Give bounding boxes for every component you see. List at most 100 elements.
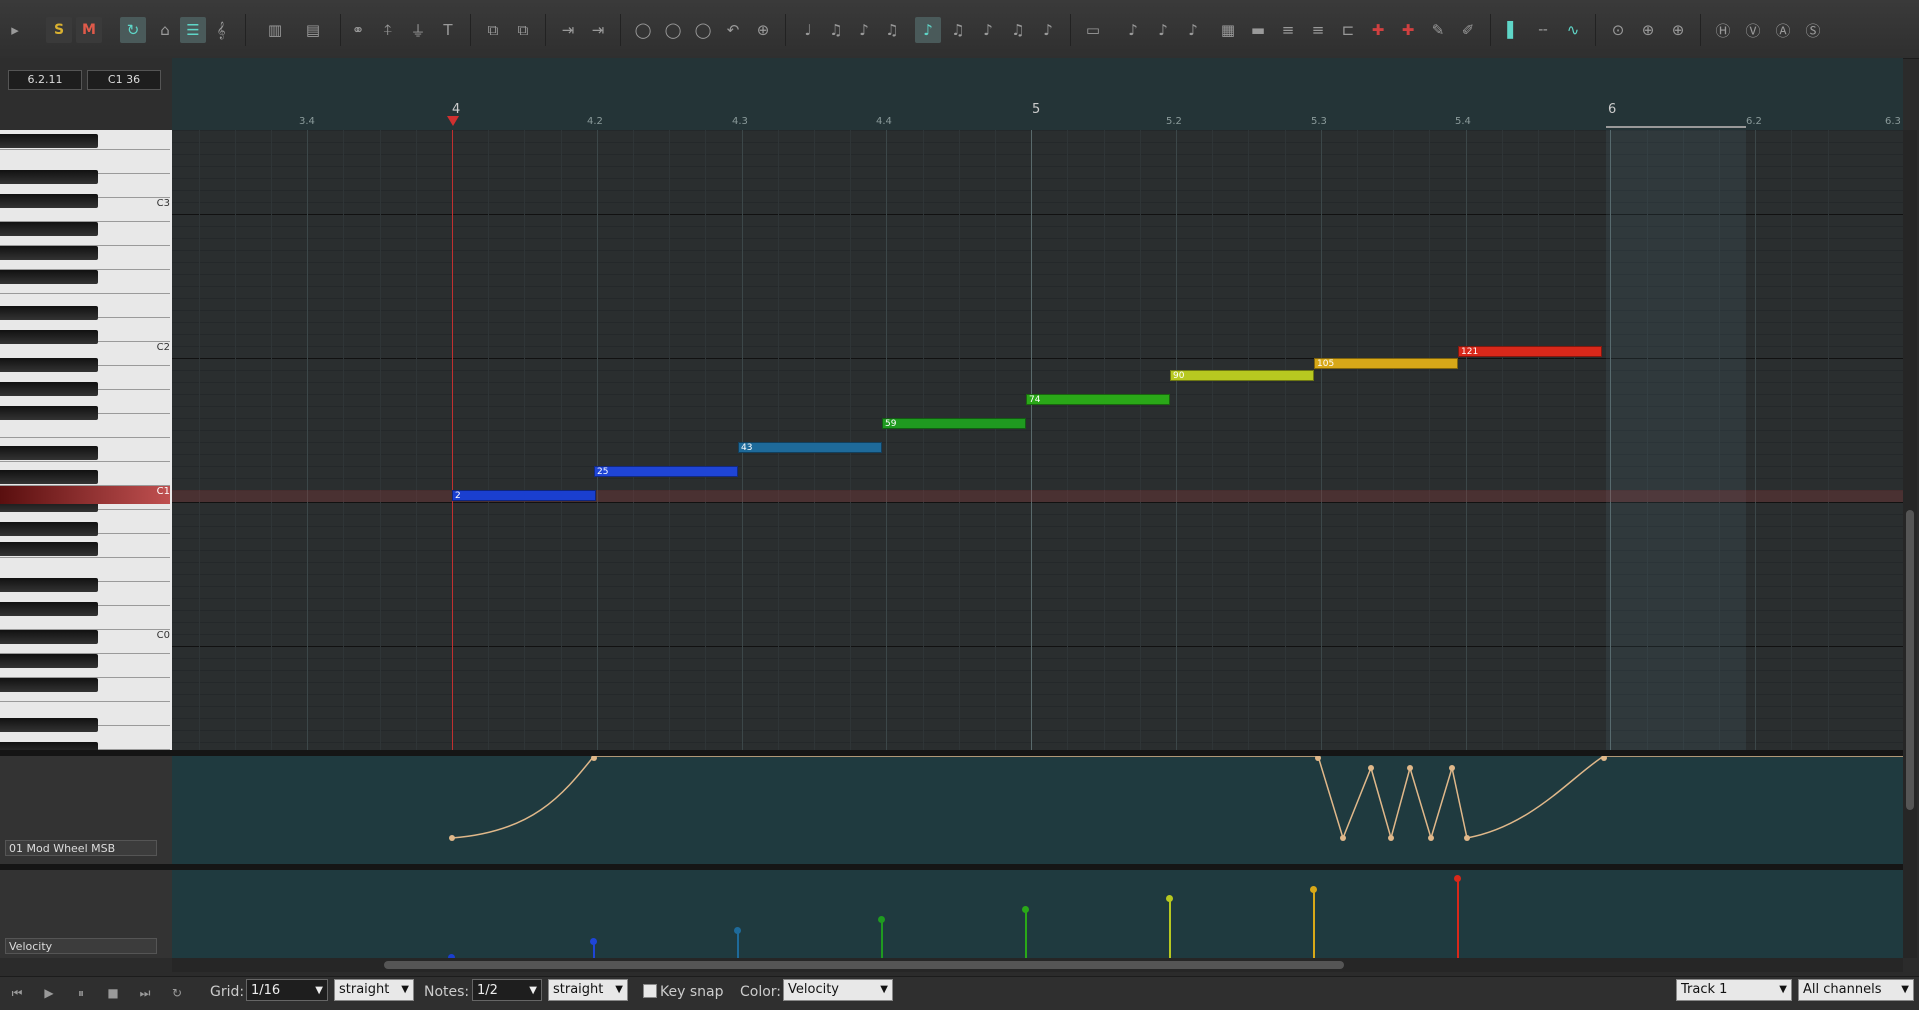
velocity-handle[interactable] (1454, 875, 1461, 882)
velocity-handle[interactable] (1310, 886, 1317, 893)
cc-lane-selector[interactable]: 01 Mod Wheel MSB (5, 840, 157, 856)
velocity-bar[interactable] (734, 927, 741, 958)
legato-icon[interactable]: ≡ (1275, 17, 1301, 43)
velocity-bar[interactable] (1454, 875, 1461, 958)
cut-notes-icon[interactable]: ▬ (1245, 17, 1271, 43)
menu-arrow-icon[interactable]: ▸ (2, 17, 28, 43)
loop-icon[interactable]: ↻ (120, 17, 146, 43)
zoom-out-icon[interactable]: ⊕ (1665, 17, 1691, 43)
black-key[interactable] (0, 578, 98, 592)
select-lasso-icon[interactable]: ◯ (660, 17, 686, 43)
track-select[interactable]: Track 1 ▼ (1676, 979, 1792, 1001)
velocity-bar[interactable] (1166, 895, 1173, 958)
solo-button[interactable]: S (46, 17, 72, 43)
midi-note[interactable]: 59 (882, 418, 1026, 429)
velocity-bars-icon[interactable]: ▌ (1500, 17, 1526, 43)
triplet-note-icon[interactable]: ♪ (975, 17, 1001, 43)
sixteenth-note-icon[interactable]: ♪ (915, 17, 941, 43)
black-key[interactable] (0, 222, 98, 236)
velocity-bar[interactable] (878, 916, 885, 958)
black-key[interactable] (0, 742, 98, 750)
select-circle-icon[interactable]: ◯ (630, 17, 656, 43)
pencil-icon[interactable]: ✎ (1425, 17, 1451, 43)
velocity-bar[interactable] (1310, 886, 1317, 958)
midi-note[interactable]: 74 (1026, 394, 1170, 405)
undo-icon[interactable]: ↶ (720, 17, 746, 43)
color-mode-select[interactable]: Velocity ▼ (783, 979, 893, 1001)
velocity-handle[interactable] (734, 927, 741, 934)
velocity-handle[interactable] (590, 938, 597, 945)
zoom-in-icon[interactable]: ⊕ (1635, 17, 1661, 43)
note-grid[interactable]: 2 25 43 59 74 90 105 121 (172, 130, 1903, 750)
move-right-icon[interactable]: ⇥ (585, 17, 611, 43)
select-range-icon[interactable]: ◯ (690, 17, 716, 43)
velocity-bar[interactable] (1022, 906, 1029, 958)
velocity-bar[interactable] (590, 938, 597, 958)
split-icon[interactable]: ✚ (1365, 17, 1391, 43)
piano-roll-icon[interactable]: ▥ (262, 17, 288, 43)
tl-icon[interactable]: T (435, 17, 461, 43)
stop-icon[interactable]: ■ (102, 983, 124, 1003)
black-key[interactable] (0, 602, 98, 616)
black-key[interactable] (0, 678, 98, 692)
black-key[interactable] (0, 270, 98, 284)
zoom-h-icon[interactable]: Ⓗ (1710, 17, 1736, 43)
grid-value-field[interactable]: 1/16 ▼ (246, 979, 328, 1001)
eighth-note-icon[interactable]: ♫ (879, 17, 905, 43)
whole-note-icon[interactable]: ♩ (795, 17, 821, 43)
black-key[interactable] (0, 330, 98, 344)
play-icon[interactable]: ▶ (38, 983, 60, 1003)
grid-edit-icon[interactable]: ▦ (1215, 17, 1241, 43)
playhead-marker-icon[interactable] (447, 116, 459, 126)
go-end-icon[interactable]: ⏭ (134, 983, 156, 1003)
repeat-icon[interactable]: ↻ (166, 983, 188, 1003)
key-snap-checkbox[interactable] (643, 984, 657, 998)
midi-note[interactable]: 2 (452, 490, 596, 501)
black-key[interactable] (0, 170, 98, 184)
black-key[interactable] (0, 654, 98, 668)
black-key[interactable] (0, 246, 98, 260)
velocity-handle[interactable] (878, 916, 885, 923)
insert-icon[interactable]: ⍏ (375, 17, 401, 43)
grid-type-select[interactable]: straight ▼ (334, 979, 414, 1001)
black-key[interactable] (0, 306, 98, 320)
notes-value-field[interactable]: 1/2 ▼ (472, 979, 542, 1001)
vertical-scrollbar[interactable] (1903, 130, 1917, 958)
curve-icon[interactable]: ∿ (1560, 17, 1586, 43)
paste-icon[interactable]: ⧉ (510, 17, 536, 43)
selected-key[interactable] (0, 486, 170, 504)
go-start-icon[interactable]: ⏮ (6, 983, 28, 1003)
velocity-handle[interactable] (1166, 895, 1173, 902)
quarter-note-icon[interactable]: ♪ (851, 17, 877, 43)
clef-icon[interactable]: 𝄞 (208, 17, 234, 43)
move-left-icon[interactable]: ⇥ (555, 17, 581, 43)
thirtysecond-note-icon[interactable]: ♫ (945, 17, 971, 43)
list-view-icon[interactable]: ☰ (180, 17, 206, 43)
cc-lane[interactable] (172, 756, 1903, 864)
tuplet-note-icon[interactable]: ♪ (1035, 17, 1061, 43)
black-key[interactable] (0, 382, 98, 396)
midi-note[interactable]: 43 (738, 442, 882, 453)
zoom-v-icon[interactable]: Ⓥ (1740, 17, 1766, 43)
black-key[interactable] (0, 134, 98, 148)
zoom-fit-icon[interactable]: ⊙ (1605, 17, 1631, 43)
notes-type-select[interactable]: straight ▼ (548, 979, 628, 1001)
midi-note[interactable]: 25 (594, 466, 738, 477)
piano-keyboard[interactable]: C3 C2 C1 C0 (0, 130, 172, 750)
black-key[interactable] (0, 358, 98, 372)
channel-select[interactable]: All channels ▼ (1798, 979, 1914, 1001)
mute-button[interactable]: M (76, 17, 102, 43)
half-note-icon[interactable]: ♫ (823, 17, 849, 43)
black-key[interactable] (0, 522, 98, 536)
glue-icon[interactable]: ⊏ (1335, 17, 1361, 43)
vertical-scroll-thumb[interactable] (1906, 510, 1914, 810)
brush-icon[interactable]: ✐ (1455, 17, 1481, 43)
zoom-s-icon[interactable]: Ⓢ (1800, 17, 1826, 43)
horizontal-scroll-thumb[interactable] (384, 961, 1344, 969)
timeline-ruler[interactable]: 3.4 4 4.2 4.3 4.4 5 5.2 5.3 5.4 6 6.2 6.… (172, 58, 1903, 130)
zoom-target-icon[interactable]: ⊕ (750, 17, 776, 43)
loop-region[interactable] (1606, 126, 1746, 128)
note-length-1-icon[interactable]: ♪ (1120, 17, 1146, 43)
zoom-a-icon[interactable]: Ⓐ (1770, 17, 1796, 43)
black-key[interactable] (0, 406, 98, 420)
